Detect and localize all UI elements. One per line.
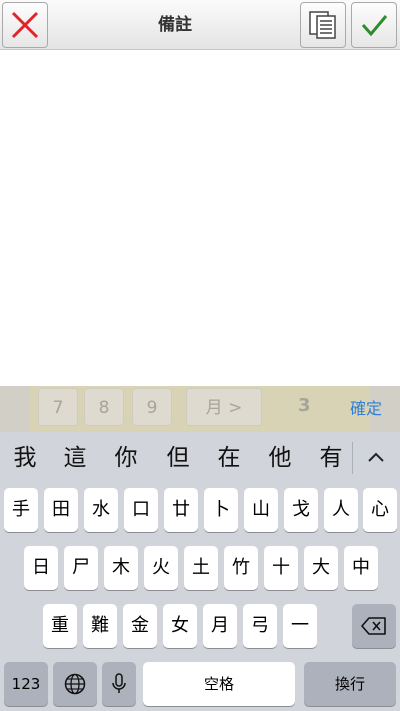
documents-icon [309,11,336,39]
key[interactable]: 土 [184,546,218,590]
candidate-bar: 我 這 你 但 在 他 有 [0,432,400,484]
key[interactable]: 尸 [64,546,98,590]
picker-background: 7 8 9 月 > 3 [30,386,370,432]
key[interactable]: 戈 [284,488,318,532]
key[interactable]: 十 [264,546,298,590]
confirm-check-button[interactable] [351,2,397,48]
page-title: 備註 [158,15,192,35]
candidate-divider [352,442,353,474]
key[interactable]: 口 [124,488,158,532]
key[interactable]: 重 [43,604,77,648]
key[interactable]: 大 [304,546,338,590]
picker-cell[interactable]: 7 [38,388,78,426]
nav-header: 備註 [0,0,400,50]
keyboard: 我 這 你 但 在 他 有 手 田 水 口 廿 卜 山 戈 人 心 日 尸 木 … [0,432,400,711]
key[interactable]: 人 [324,488,358,532]
candidate-word[interactable]: 但 [157,432,199,484]
candidate-word[interactable]: 我 [4,432,46,484]
key[interactable]: 月 [203,604,237,648]
key[interactable]: 手 [4,488,38,532]
candidate-word[interactable]: 他 [259,432,301,484]
cancel-button[interactable] [2,2,48,48]
candidate-word[interactable]: 這 [54,432,96,484]
numbers-key[interactable]: 123 [4,662,48,706]
key[interactable]: 卜 [204,488,238,532]
picker-cell[interactable]: 9 [132,388,172,426]
key[interactable]: 中 [344,546,378,590]
candidate-word[interactable]: 在 [208,432,250,484]
candidate-word[interactable]: 有 [310,432,352,484]
backspace-key[interactable] [352,604,396,648]
microphone-icon [112,673,126,693]
confirm-button[interactable]: 確定 [350,386,382,432]
key[interactable]: 金 [123,604,157,648]
key[interactable]: 水 [84,488,118,532]
key[interactable]: 山 [244,488,278,532]
key[interactable]: 田 [44,488,78,532]
chevron-up-icon[interactable] [362,444,390,472]
return-key[interactable]: 換行 [304,662,396,706]
globe-key[interactable] [53,662,97,706]
picker-strip: 7 8 9 月 > 3 確定 [0,386,400,432]
globe-icon [64,673,86,695]
key[interactable]: 木 [104,546,138,590]
key[interactable]: 女 [163,604,197,648]
space-key[interactable]: 空格 [143,662,295,706]
key[interactable]: 火 [144,546,178,590]
key[interactable]: 竹 [224,546,258,590]
month-cell[interactable]: 月 > [186,388,262,426]
key[interactable]: 一 [283,604,317,648]
key[interactable]: 心 [363,488,397,532]
key[interactable]: 弓 [243,604,277,648]
backspace-icon [361,617,386,635]
microphone-key[interactable] [102,662,136,706]
close-icon [11,11,39,39]
copy-button[interactable] [300,2,346,48]
candidate-word[interactable]: 你 [105,432,147,484]
key[interactable]: 廿 [164,488,198,532]
checkmark-icon [361,15,388,37]
key[interactable]: 日 [24,546,58,590]
picker-number: 3 [298,395,311,416]
note-textarea[interactable] [0,51,400,386]
picker-cell[interactable]: 8 [84,388,124,426]
key[interactable]: 難 [83,604,117,648]
